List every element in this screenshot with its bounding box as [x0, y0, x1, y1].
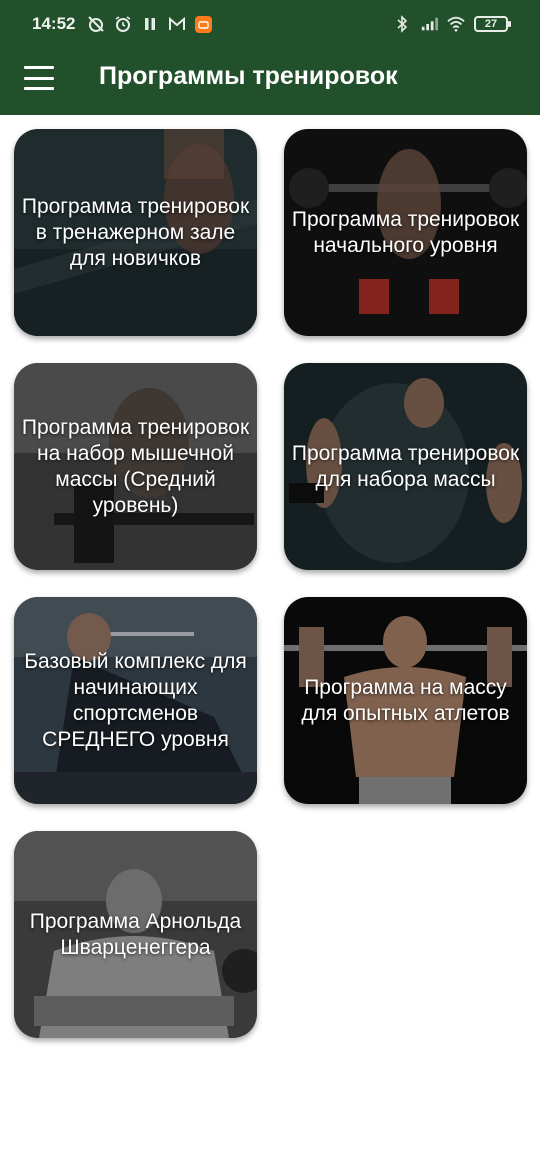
battery-indicator: 27: [474, 16, 511, 32]
program-title: Программа тренировок на набор мышечной м…: [21, 415, 250, 517]
mail-icon: [169, 16, 186, 30]
pause-icon: [145, 18, 156, 30]
program-card[interactable]: Программа Арнольда Шварценеггера: [14, 831, 257, 1038]
program-title: Программа на массу для опытных атлетов: [301, 675, 510, 725]
alarm-icon: [116, 16, 131, 32]
hamburger-menu-icon[interactable]: [24, 66, 54, 90]
program-card[interactable]: Программа тренировок начального уровня: [284, 129, 527, 336]
status-bar: 14:52 27: [0, 0, 540, 48]
program-card[interactable]: Программа тренировок в тренажерном зале …: [14, 129, 257, 336]
alarm-off-icon: [88, 16, 105, 32]
program-title: Программа Арнольда Шварценеггера: [29, 909, 242, 959]
app-notification-icon: [195, 15, 213, 33]
program-card[interactable]: Базовый комплекс для начинающих спортсме…: [14, 597, 257, 804]
program-title: Базовый комплекс для начинающих спортсме…: [24, 649, 247, 751]
program-title: Программа тренировок в тренажерном зале …: [21, 194, 250, 270]
page-title: Программы тренировок: [99, 62, 398, 90]
wifi-icon: [447, 16, 465, 32]
program-card[interactable]: Программа тренировок на набор мышечной м…: [14, 363, 257, 570]
program-title: Программа тренировок для набора массы: [291, 441, 520, 491]
program-card[interactable]: Программа на массу для опытных атлетов: [284, 597, 527, 804]
toolbar: Программы тренировок: [0, 48, 540, 115]
signal-icon: [421, 17, 438, 31]
program-title: Программа тренировок начального уровня: [291, 207, 520, 257]
bluetooth-icon: [397, 15, 408, 33]
status-time: 14:52: [32, 14, 76, 33]
app-bar: 14:52 27 Программы тренировок: [0, 0, 540, 115]
program-card[interactable]: Программа тренировок для набора массы: [284, 363, 527, 570]
